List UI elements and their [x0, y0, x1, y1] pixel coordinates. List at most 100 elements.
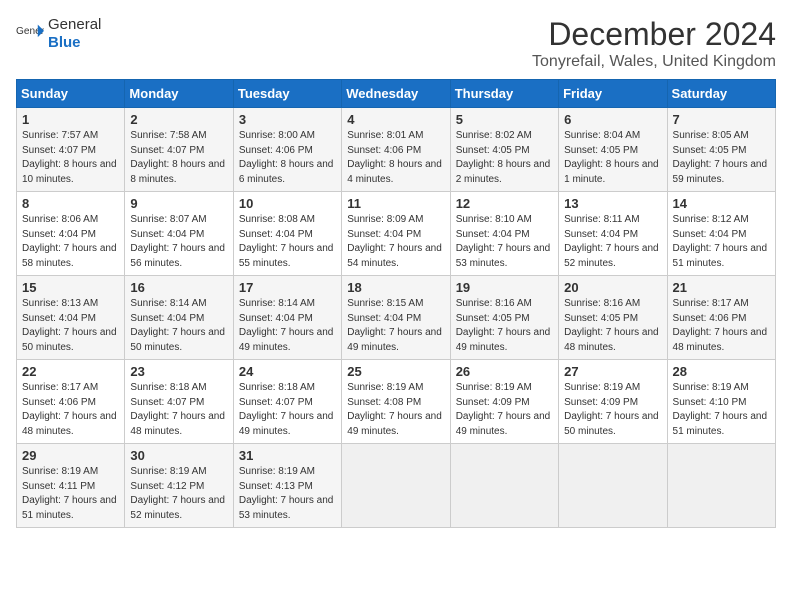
day-number: 13 — [564, 196, 661, 211]
day-content: Sunrise: 8:18 AMSunset: 4:07 PMDaylight:… — [239, 381, 336, 439]
logo: General General Blue — [16, 16, 101, 52]
page-header: General General Blue December 2024 Tonyr… — [16, 16, 776, 71]
day-of-week-header: Tuesday — [233, 80, 341, 108]
day-content: Sunrise: 8:19 AMSunset: 4:11 PMDaylight:… — [22, 465, 119, 523]
day-number: 11 — [347, 196, 444, 211]
calendar-day-cell: 24Sunrise: 8:18 AMSunset: 4:07 PMDayligh… — [233, 360, 341, 444]
day-number: 30 — [130, 448, 227, 463]
day-of-week-header: Monday — [125, 80, 233, 108]
day-number: 17 — [239, 280, 336, 295]
calendar-day-cell: 7 Sunrise: 8:05 AMSunset: 4:05 PMDaylight… — [667, 108, 775, 192]
location-subtitle: Tonyrefail, Wales, United Kingdom — [532, 53, 776, 71]
calendar-day-cell: 2Sunrise: 7:58 AMSunset: 4:07 PMDaylight… — [125, 108, 233, 192]
day-content: Sunrise: 8:05 AMSunset: 4:05 PMDaylight:… — [673, 129, 770, 187]
day-of-week-header: Sunday — [17, 80, 125, 108]
day-number: 3 — [239, 112, 336, 127]
day-number: 15 — [22, 280, 119, 295]
calendar-day-cell: 28 Sunrise: 8:19 AMSunset: 4:10 PMDayligh… — [667, 360, 775, 444]
calendar-day-cell: 25 Sunrise: 8:19 AMSunset: 4:08 PMDayligh… — [342, 360, 450, 444]
day-content: Sunrise: 8:04 AMSunset: 4:05 PMDaylight:… — [564, 129, 661, 187]
day-of-week-header: Saturday — [667, 80, 775, 108]
title-block: December 2024 Tonyrefail, Wales, United … — [532, 16, 776, 71]
day-of-week-header: Friday — [559, 80, 667, 108]
day-content: Sunrise: 8:00 AMSunset: 4:06 PMDaylight:… — [239, 129, 336, 187]
day-content: Sunrise: 8:19 AMSunset: 4:13 PMDaylight:… — [239, 465, 336, 523]
day-number: 12 — [456, 196, 553, 211]
day-content: Sunrise: 7:57 AMSunset: 4:07 PMDaylight:… — [22, 129, 119, 187]
day-number: 10 — [239, 196, 336, 211]
day-number: 27 — [564, 364, 661, 379]
day-number: 20 — [564, 280, 661, 295]
calendar-day-cell: 5 Sunrise: 8:02 AMSunset: 4:05 PMDaylight… — [450, 108, 558, 192]
month-title: December 2024 — [532, 16, 776, 53]
day-content: Sunrise: 8:16 AMSunset: 4:05 PMDaylight:… — [564, 297, 661, 355]
day-number: 25 — [347, 364, 444, 379]
day-content: Sunrise: 8:19 AMSunset: 4:09 PMDaylight:… — [456, 381, 553, 439]
calendar-day-cell: 19 Sunrise: 8:16 AMSunset: 4:05 PMDayligh… — [450, 276, 558, 360]
day-content: Sunrise: 8:09 AMSunset: 4:04 PMDaylight:… — [347, 213, 444, 271]
day-content: Sunrise: 8:19 AMSunset: 4:12 PMDaylight:… — [130, 465, 227, 523]
day-number: 21 — [673, 280, 770, 295]
day-number: 18 — [347, 280, 444, 295]
calendar-day-cell: 11 Sunrise: 8:09 AMSunset: 4:04 PMDayligh… — [342, 192, 450, 276]
day-number: 23 — [130, 364, 227, 379]
day-content: Sunrise: 8:14 AMSunset: 4:04 PMDaylight:… — [239, 297, 336, 355]
day-content: Sunrise: 8:06 AMSunset: 4:04 PMDaylight:… — [22, 213, 119, 271]
calendar-day-cell: 20 Sunrise: 8:16 AMSunset: 4:05 PMDayligh… — [559, 276, 667, 360]
day-content: Sunrise: 8:16 AMSunset: 4:05 PMDaylight:… — [456, 297, 553, 355]
calendar-day-cell: 3 Sunrise: 8:00 AMSunset: 4:06 PMDaylight… — [233, 108, 341, 192]
calendar-day-cell: 13 Sunrise: 8:11 AMSunset: 4:04 PMDayligh… — [559, 192, 667, 276]
logo-blue-text: Blue — [48, 34, 81, 51]
calendar-day-cell: 18Sunrise: 8:15 AMSunset: 4:04 PMDayligh… — [342, 276, 450, 360]
calendar-day-cell: 1 Sunrise: 7:57 AMSunset: 4:07 PMDaylight… — [17, 108, 125, 192]
day-content: Sunrise: 8:14 AMSunset: 4:04 PMDaylight:… — [130, 297, 227, 355]
empty-cell — [559, 444, 667, 528]
day-content: Sunrise: 8:02 AMSunset: 4:05 PMDaylight:… — [456, 129, 553, 187]
day-number: 14 — [673, 196, 770, 211]
day-number: 6 — [564, 112, 661, 127]
day-number: 1 — [22, 112, 119, 127]
day-content: Sunrise: 7:58 AMSunset: 4:07 PMDaylight:… — [130, 129, 227, 187]
day-content: Sunrise: 8:17 AMSunset: 4:06 PMDaylight:… — [22, 381, 119, 439]
day-number: 5 — [456, 112, 553, 127]
day-of-week-header: Wednesday — [342, 80, 450, 108]
day-number: 28 — [673, 364, 770, 379]
calendar-day-cell: 21Sunrise: 8:17 AMSunset: 4:06 PMDayligh… — [667, 276, 775, 360]
calendar-day-cell: 15Sunrise: 8:13 AMSunset: 4:04 PMDayligh… — [17, 276, 125, 360]
day-content: Sunrise: 8:11 AMSunset: 4:04 PMDaylight:… — [564, 213, 661, 271]
calendar-day-cell: 23 Sunrise: 8:18 AMSunset: 4:07 PMDayligh… — [125, 360, 233, 444]
calendar-day-cell: 10 Sunrise: 8:08 AMSunset: 4:04 PMDayligh… — [233, 192, 341, 276]
day-number: 22 — [22, 364, 119, 379]
day-content: Sunrise: 8:08 AMSunset: 4:04 PMDaylight:… — [239, 213, 336, 271]
calendar-day-cell: 30 Sunrise: 8:19 AMSunset: 4:12 PMDayligh… — [125, 444, 233, 528]
calendar-day-cell: 17 Sunrise: 8:14 AMSunset: 4:04 PMDayligh… — [233, 276, 341, 360]
calendar-day-cell: 12Sunrise: 8:10 AMSunset: 4:04 PMDayligh… — [450, 192, 558, 276]
day-number: 4 — [347, 112, 444, 127]
day-number: 16 — [130, 280, 227, 295]
logo-general-text: General — [48, 16, 101, 33]
day-number: 26 — [456, 364, 553, 379]
day-number: 7 — [673, 112, 770, 127]
day-number: 8 — [22, 196, 119, 211]
calendar-day-cell: 31 Sunrise: 8:19 AMSunset: 4:13 PMDayligh… — [233, 444, 341, 528]
calendar-day-cell: 4 Sunrise: 8:01 AMSunset: 4:06 PMDaylight… — [342, 108, 450, 192]
day-content: Sunrise: 8:07 AMSunset: 4:04 PMDaylight:… — [130, 213, 227, 271]
empty-cell — [450, 444, 558, 528]
day-content: Sunrise: 8:19 AMSunset: 4:09 PMDaylight:… — [564, 381, 661, 439]
calendar-day-cell: 14Sunrise: 8:12 AMSunset: 4:04 PMDayligh… — [667, 192, 775, 276]
day-number: 19 — [456, 280, 553, 295]
day-content: Sunrise: 8:01 AMSunset: 4:06 PMDaylight:… — [347, 129, 444, 187]
day-of-week-header: Thursday — [450, 80, 558, 108]
calendar-day-cell: 8 Sunrise: 8:06 AMSunset: 4:04 PMDaylight… — [17, 192, 125, 276]
calendar-day-cell: 16 Sunrise: 8:14 AMSunset: 4:04 PMDayligh… — [125, 276, 233, 360]
calendar-day-cell: 29Sunrise: 8:19 AMSunset: 4:11 PMDayligh… — [17, 444, 125, 528]
calendar-day-cell: 9Sunrise: 8:07 AMSunset: 4:04 PMDaylight… — [125, 192, 233, 276]
day-content: Sunrise: 8:19 AMSunset: 4:08 PMDaylight:… — [347, 381, 444, 439]
day-content: Sunrise: 8:18 AMSunset: 4:07 PMDaylight:… — [130, 381, 227, 439]
logo-icon: General — [16, 23, 44, 45]
calendar-day-cell: 6 Sunrise: 8:04 AMSunset: 4:05 PMDaylight… — [559, 108, 667, 192]
day-number: 31 — [239, 448, 336, 463]
day-content: Sunrise: 8:19 AMSunset: 4:10 PMDaylight:… — [673, 381, 770, 439]
calendar-day-cell: 27 Sunrise: 8:19 AMSunset: 4:09 PMDayligh… — [559, 360, 667, 444]
calendar-day-cell: 26 Sunrise: 8:19 AMSunset: 4:09 PMDayligh… — [450, 360, 558, 444]
